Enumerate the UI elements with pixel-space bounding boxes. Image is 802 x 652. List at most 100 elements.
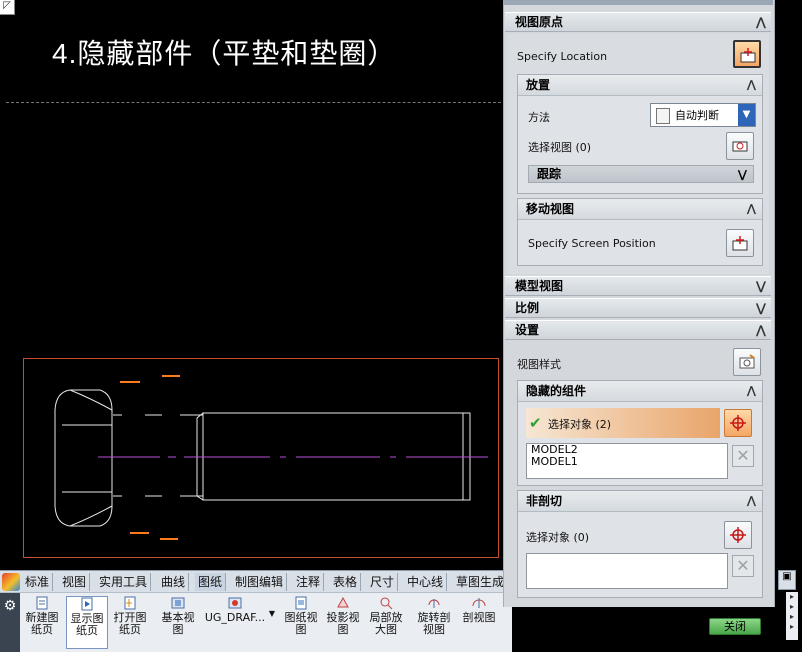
tab-centerline[interactable]: 中心线: [404, 573, 448, 591]
tab-curve[interactable]: 曲线: [158, 573, 190, 591]
section-scale[interactable]: 比例 ⋁: [505, 298, 771, 318]
tab-drawing[interactable]: 图纸: [195, 573, 227, 591]
non-section-list[interactable]: [526, 553, 728, 589]
method-value: 自动判断: [675, 109, 719, 122]
drawing-view-icon: [295, 596, 307, 610]
close-button[interactable]: 关闭: [709, 618, 761, 635]
view-style-label: 视图样式: [517, 358, 561, 371]
detail-view-button[interactable]: 局部放 大图: [366, 596, 406, 636]
tab-dimension[interactable]: 尺寸: [367, 573, 399, 591]
ribbon-buttons: ⚙ 新建图 纸页 显示图 纸页 打开图 纸页 基本视图 UG_DRAF... ▼ 图纸…: [0, 592, 512, 652]
chevron-up-icon: ⋀: [746, 202, 756, 215]
dialog-body: 视图原点 ⋀ Specify Location 放置 ⋀ 方法 自动判断 ▼ 选…: [503, 0, 773, 607]
chevron-down-icon[interactable]: ▼: [738, 104, 755, 126]
section-view-button[interactable]: 剖视图: [458, 596, 500, 624]
revolved-section-button[interactable]: 旋转剖 视图: [414, 596, 454, 636]
section-view-origin[interactable]: 视图原点 ⋀: [505, 12, 771, 32]
ug-draft-dropdown-icon[interactable]: ▼: [269, 608, 275, 620]
select-view-icon: [732, 141, 748, 152]
list-item[interactable]: MODEL1: [527, 456, 727, 468]
nut-outline: [54, 389, 113, 527]
non-section-select-label: 选择对象 (0): [526, 531, 590, 544]
tab-sketch-generation[interactable]: 草图生成: [453, 573, 509, 591]
chevron-up-icon: ⋀: [755, 15, 766, 29]
open-sheet-button[interactable]: 打开图 纸页: [110, 596, 150, 636]
ribbon-overflow-icon[interactable]: ▸ ▸ ▸ ▸: [786, 592, 798, 640]
drawing-view-geometry: [54, 375, 488, 540]
display-sheet-icon: [81, 597, 93, 611]
tab-utilities[interactable]: 实用工具: [96, 573, 152, 591]
ug-draft-icon: [228, 597, 242, 609]
select-view-label: 选择视图 (0): [528, 141, 592, 154]
view-style-button[interactable]: [733, 348, 761, 376]
hidden-select-object-button[interactable]: [724, 409, 752, 437]
method-select[interactable]: 自动判断 ▼: [650, 103, 756, 127]
display-sheet-button[interactable]: 显示图 纸页: [66, 596, 108, 649]
ribbon-tab-bar: 标准 视图 实用工具 曲线 图纸 制图编辑 注释 表格 尺寸 中心线 草图生成: [0, 570, 512, 593]
tab-table[interactable]: 表格: [330, 573, 362, 591]
hidden-select-object-row[interactable]: ✔ 选择对象 (2): [526, 408, 720, 438]
tab-view[interactable]: 视图: [59, 573, 91, 591]
drawing-view-button[interactable]: 图纸视图: [281, 596, 321, 636]
non-section-header[interactable]: 非剖切 ⋀: [518, 491, 762, 512]
chevron-down-icon: ⋁: [737, 168, 747, 181]
placement-title: 放置: [526, 78, 551, 92]
base-view-button[interactable]: 基本视图: [158, 596, 198, 636]
projected-view-label-2: 图: [337, 623, 349, 636]
crosshair-icon: [730, 415, 746, 431]
section-view-origin-label: 视图原点: [515, 15, 564, 29]
tracking-label: 跟踪: [537, 167, 562, 181]
hidden-select-object-label: 选择对象 (2): [548, 418, 612, 431]
auto-infer-icon: [656, 108, 670, 124]
move-view-header[interactable]: 移动视图 ⋀: [518, 199, 762, 220]
checkmark-icon: ✔: [529, 414, 542, 432]
open-sheet-icon: [124, 596, 136, 610]
chevron-up-icon: ⋀: [746, 494, 756, 507]
new-sheet-button[interactable]: 新建图 纸页: [22, 596, 62, 636]
section-settings-label: 设置: [515, 323, 540, 337]
projected-view-button[interactable]: 投影视图: [323, 596, 363, 636]
select-view-button[interactable]: [726, 132, 754, 160]
chevron-up-icon: ⋀: [746, 78, 756, 91]
placement-header[interactable]: 放置 ⋀: [518, 75, 762, 96]
new-sheet-icon: [36, 596, 48, 610]
specify-location-button[interactable]: [733, 40, 761, 68]
method-label: 方法: [528, 111, 550, 124]
crosshair-icon: [730, 527, 746, 543]
section-view-label-1: 剖视图: [462, 611, 496, 624]
specify-screen-position-label: Specify Screen Position: [528, 237, 656, 250]
ug-draft-button[interactable]: UG_DRAF... ▼: [203, 596, 275, 624]
detail-view-icon: [380, 597, 393, 610]
tab-drafting-edit[interactable]: 制图编辑: [232, 573, 288, 591]
base-view-label-2: 图: [172, 623, 184, 636]
app-logo-icon[interactable]: [2, 573, 20, 591]
section-model-view[interactable]: 模型视图 ⋁: [505, 276, 771, 296]
section-settings[interactable]: 设置 ⋀: [505, 320, 771, 340]
remove-icon[interactable]: ✕: [732, 555, 754, 577]
tab-standard[interactable]: 标准: [22, 573, 54, 591]
non-section-select-button[interactable]: [724, 521, 752, 549]
remove-icon[interactable]: ✕: [732, 445, 754, 467]
section-model-view-label: 模型视图: [515, 279, 564, 293]
screen-position-button[interactable]: [726, 229, 754, 257]
open-sheet-label-2: 纸页: [119, 623, 141, 636]
section-scale-label: 比例: [515, 301, 540, 315]
hidden-components-group: 隐藏的组件 ⋀ ✔ 选择对象 (2) MODEL2 MODEL1 ✕: [517, 380, 763, 486]
tab-annotation[interactable]: 注释: [293, 573, 325, 591]
view-style-icon: [739, 354, 755, 369]
chevron-down-icon: ⋁: [755, 301, 766, 315]
hidden-components-title: 隐藏的组件: [526, 384, 587, 398]
revolved-section-label-2: 视图: [423, 623, 445, 636]
hidden-lines: [113, 414, 203, 497]
window-restore-icon[interactable]: ▣: [778, 570, 796, 590]
detail-view-label-2: 大图: [375, 623, 397, 636]
gear-icon[interactable]: ⚙: [0, 593, 20, 652]
non-section-title: 非剖切: [526, 494, 563, 508]
view-origin-body: Specify Location 放置 ⋀ 方法 自动判断 ▼ 选择视图 (0)…: [507, 34, 769, 274]
ug-draft-label-1: UG_DRAF...: [204, 611, 266, 624]
hidden-components-list[interactable]: MODEL2 MODEL1: [526, 443, 728, 479]
point-location-icon: [740, 48, 756, 63]
tracking-subheader[interactable]: 跟踪 ⋁: [528, 165, 754, 183]
hidden-components-header[interactable]: 隐藏的组件 ⋀: [518, 381, 762, 402]
chevron-down-icon: ⋁: [755, 279, 766, 293]
